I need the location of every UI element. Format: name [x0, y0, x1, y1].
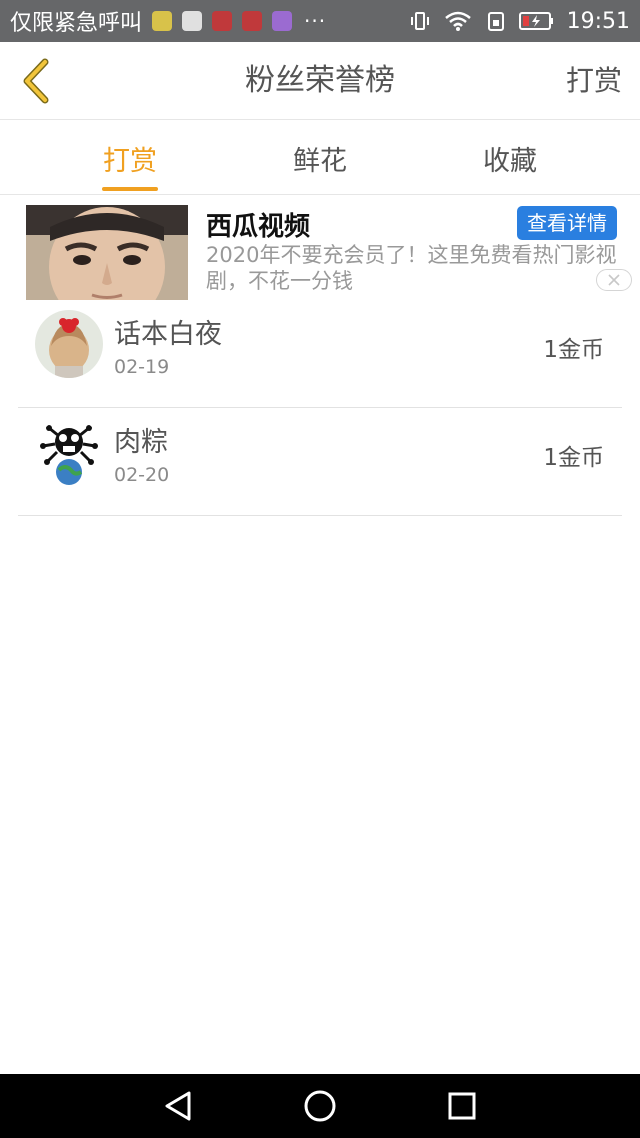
view-details-button[interactable]: 查看详情 [517, 206, 617, 240]
supporter-amount: 1金币 [543, 337, 604, 363]
supporter-name: 肉粽 [114, 427, 168, 458]
avatar [35, 310, 103, 378]
book-app-icon [242, 11, 263, 31]
avatar-image [35, 310, 103, 378]
more-notifications-dots: ··· [304, 9, 327, 33]
status-bar: 仅限紧急呼叫 ··· 19:51 [0, 0, 640, 42]
font-icon [182, 11, 203, 31]
tab-reward[interactable]: 打赏 [90, 121, 170, 195]
system-nav-bar [0, 1074, 640, 1138]
tab-flowers[interactable]: 鲜花 [280, 121, 360, 195]
video-app-icon [212, 11, 233, 31]
wechat-icon [152, 11, 173, 31]
page-title: 粉丝荣誉榜 [245, 63, 395, 98]
active-tab-indicator [102, 187, 158, 191]
nav-home-button[interactable] [300, 1086, 340, 1126]
tab-bar: 打赏 鲜花 收藏 [0, 121, 640, 195]
tab-label: 收藏 [483, 145, 537, 177]
tab-label: 打赏 [103, 145, 157, 177]
app-header: 粉丝荣誉榜 打赏 [0, 42, 640, 120]
sim-card-icon [487, 12, 504, 31]
supporter-name: 话本白夜 [114, 319, 222, 350]
supporter-amount: 1金币 [543, 445, 604, 471]
supporter-date: 02-20 [114, 464, 170, 486]
clock: 19:51 [566, 8, 630, 34]
ad-description: 2020年不要充会员了！这里免费看热门影视剧，不花一分钱 [206, 243, 617, 293]
home-circle-icon [304, 1090, 336, 1122]
notification-text: 仅限紧急呼叫 [10, 11, 143, 36]
list-item[interactable]: 话本白夜 02-19 1金币 [18, 300, 622, 408]
recents-square-icon [448, 1092, 476, 1120]
supporter-date: 02-19 [114, 356, 170, 378]
close-icon [608, 274, 620, 286]
ad-title: 西瓜视频 [206, 212, 311, 242]
vibrate-icon [410, 12, 429, 30]
ad-banner[interactable]: 西瓜视频 查看详情 2020年不要充会员了！这里免费看热门影视剧，不花一分钱 [0, 196, 640, 300]
tab-favorites[interactable]: 收藏 [470, 121, 550, 195]
avatar-image [35, 418, 103, 486]
wifi-icon [444, 11, 471, 31]
reward-button[interactable]: 打赏 [566, 42, 622, 120]
status-bar-left: 仅限紧急呼叫 ··· [10, 0, 326, 42]
avatar [35, 418, 103, 486]
gallery-icon [272, 11, 293, 31]
tab-label: 鲜花 [293, 145, 347, 177]
back-triangle-icon [165, 1091, 191, 1121]
nav-recents-button[interactable] [442, 1086, 482, 1126]
nav-back-button[interactable] [158, 1086, 198, 1126]
ad-close-button[interactable] [596, 269, 632, 291]
list-item[interactable]: 肉粽 02-20 1金币 [18, 408, 622, 516]
ad-image [26, 205, 188, 300]
supporter-list: 话本白夜 02-19 1金币 肉粽 02-20 1金币 [18, 300, 622, 516]
battery-charging-icon [518, 12, 553, 30]
ad-face-image [26, 205, 188, 300]
status-bar-right: 19:51 [397, 0, 630, 42]
